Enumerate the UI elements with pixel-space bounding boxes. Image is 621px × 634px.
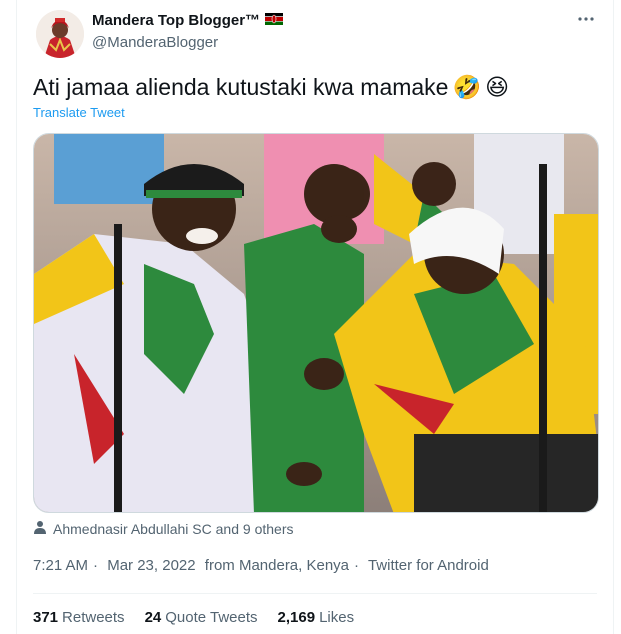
tweet-location[interactable]: from Mandera, Kenya <box>205 557 349 574</box>
tweet-card: Mandera Top Blogger™ @ManderaBlogger Ati… <box>16 0 614 634</box>
meta-separator: · <box>93 557 99 574</box>
quote-tweets-label: Quote Tweets <box>165 609 258 626</box>
person-icon <box>33 520 47 537</box>
meta-separator: · <box>354 557 360 574</box>
grinning-squint-emoji: 😆 <box>485 74 510 100</box>
display-name-text: Mandera Top Blogger™ <box>92 12 261 29</box>
divider <box>33 593 597 594</box>
tweet-metadata: 7:21 AM · Mar 23, 2022 from Mandera, Keny… <box>33 557 494 574</box>
more-options-icon[interactable] <box>577 10 595 33</box>
likes-label: Likes <box>319 609 355 626</box>
likes-count: 2,169 <box>277 609 316 626</box>
tweet-body: Ati jamaa alienda kutustaki kwa mamake <box>33 74 449 100</box>
likes-stat[interactable]: 2,169 Likes <box>278 609 355 626</box>
retweets-count: 371 <box>33 609 59 626</box>
quote-tweets-count: 24 <box>144 609 162 626</box>
kenya-flag-icon <box>265 12 284 29</box>
avatar[interactable] <box>36 10 84 58</box>
retweets-stat[interactable]: 371 Retweets <box>33 609 125 626</box>
engagement-stats: 371 Retweets 24 Quote Tweets 2,169 Likes <box>33 609 354 626</box>
tweet-photo[interactable] <box>33 133 599 513</box>
retweets-label: Retweets <box>62 609 125 626</box>
tweet-client[interactable]: Twitter for Android <box>368 557 489 574</box>
display-name[interactable]: Mandera Top Blogger™ <box>92 12 284 29</box>
tweet-time[interactable]: 7:21 AM <box>33 557 88 574</box>
quote-tweets-stat[interactable]: 24 Quote Tweets <box>145 609 258 626</box>
tweet-date[interactable]: Mar 23, 2022 <box>107 557 195 574</box>
tagged-users[interactable]: Ahmednasir Abdullahi SC and 9 others <box>33 520 293 537</box>
user-handle[interactable]: @ManderaBlogger <box>92 34 218 51</box>
rolling-laughing-emoji: 🤣 <box>452 74 482 100</box>
tagged-users-text: Ahmednasir Abdullahi SC and 9 others <box>53 520 294 537</box>
translate-link[interactable]: Translate Tweet <box>33 105 125 120</box>
tweet-text: Ati jamaa alienda kutustaki kwa mamake 🤣… <box>33 74 509 101</box>
